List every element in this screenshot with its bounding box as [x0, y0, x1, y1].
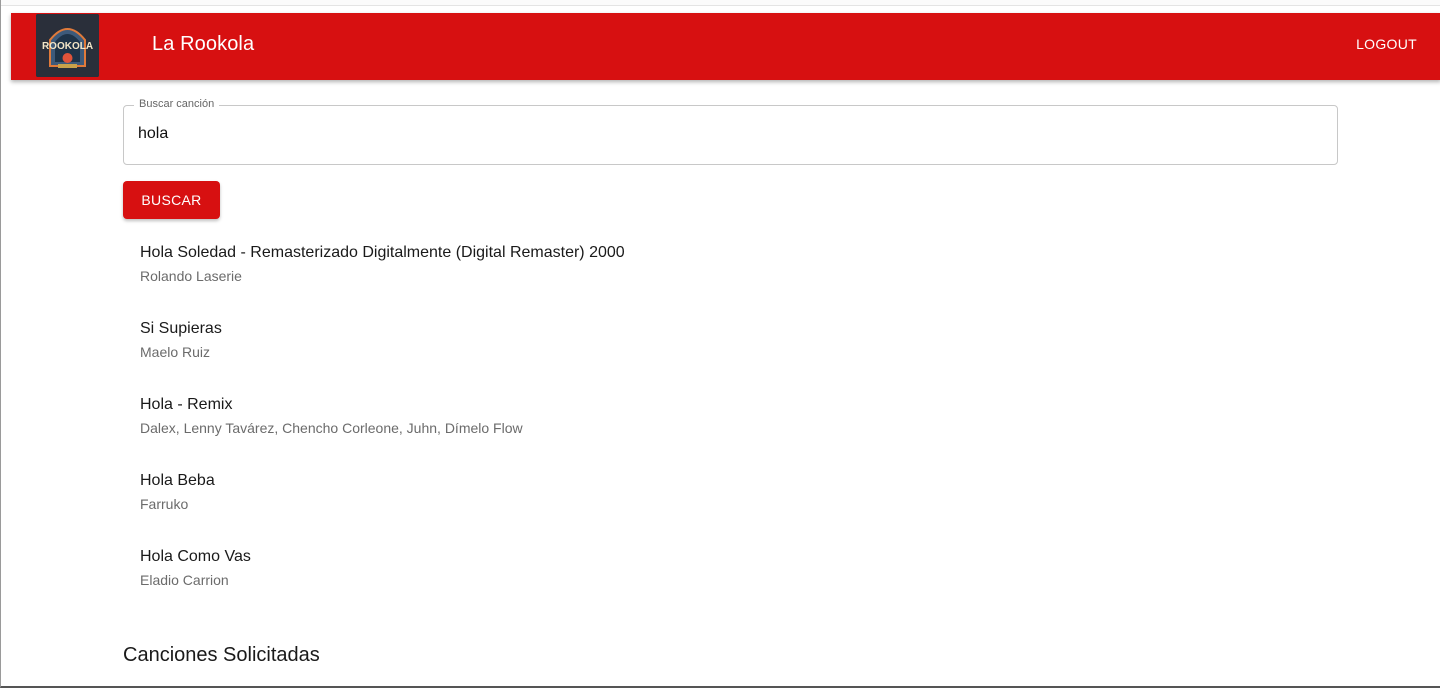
- search-field-label: Buscar canción: [134, 98, 220, 110]
- rookola-logo: ROOKOLA: [36, 14, 99, 77]
- result-title: Hola Como Vas: [140, 548, 251, 565]
- app-bar: ROOKOLA La Rookola LOGOUT: [11, 13, 1440, 80]
- search-input[interactable]: [138, 123, 1318, 145]
- result-item[interactable]: Hola - Remix Dalex, Lenny Tavárez, Chenc…: [140, 395, 1240, 471]
- app-title: La Rookola: [152, 33, 255, 55]
- search-button[interactable]: BUSCAR: [123, 181, 220, 219]
- result-title: Hola - Remix: [140, 396, 233, 413]
- result-item[interactable]: Si Supieras Maelo Ruiz: [140, 319, 1240, 395]
- result-title: Hola Beba: [140, 472, 215, 489]
- result-title: Si Supieras: [140, 320, 222, 337]
- result-artist: Dalex, Lenny Tavárez, Chencho Corleone, …: [140, 420, 523, 436]
- logout-button[interactable]: LOGOUT: [1356, 36, 1417, 52]
- search-field[interactable]: Buscar canción: [123, 98, 1338, 165]
- result-item[interactable]: Hola Soledad - Remasterizado Digitalment…: [140, 243, 1240, 319]
- result-artist: Maelo Ruiz: [140, 344, 211, 360]
- search-results-list: Hola Soledad - Remasterizado Digitalment…: [140, 243, 1240, 623]
- app-window: ROOKOLA La Rookola LOGOUT Buscar canción…: [0, 0, 1440, 688]
- requested-songs-heading: Canciones Solicitadas: [123, 644, 320, 666]
- svg-text:ROOKOLA: ROOKOLA: [42, 41, 93, 52]
- result-artist: Rolando Laserie: [140, 268, 242, 284]
- browser-top-strip: [1, 0, 1440, 6]
- result-artist: Eladio Carrion: [140, 572, 229, 588]
- result-title: Hola Soledad - Remasterizado Digitalment…: [140, 244, 625, 261]
- result-item[interactable]: Hola Como Vas Eladio Carrion: [140, 547, 1240, 623]
- result-item[interactable]: Hola Beba Farruko: [140, 471, 1240, 547]
- result-artist: Farruko: [140, 496, 189, 512]
- jukebox-logo-icon: ROOKOLA: [36, 14, 99, 77]
